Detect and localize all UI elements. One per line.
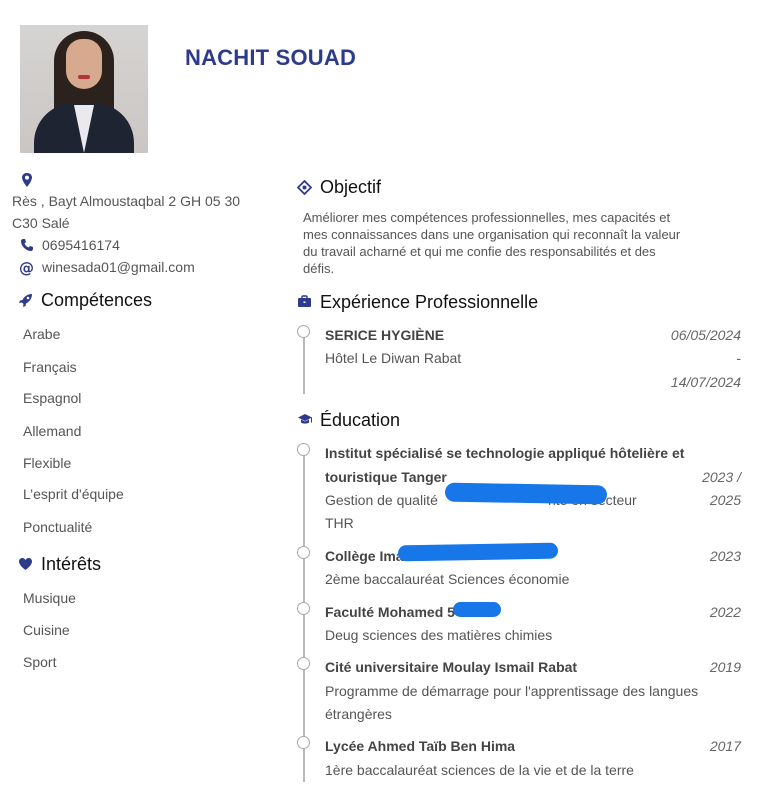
education-sub: Programme de démarrage pour l'apprentiss… (325, 683, 699, 699)
education-sub: Deug sciences des matières chimies (325, 627, 553, 643)
svg-text:@: @ (19, 260, 34, 276)
interests-title: Intérêts (41, 554, 102, 574)
timeline-dot (297, 546, 310, 559)
heart-icon (18, 557, 33, 576)
interest-item: Cuisine (23, 622, 70, 638)
redaction-mark (453, 602, 501, 617)
education-date: 2023 / (702, 469, 741, 485)
education-title-text: Lycée Ahmed Taïb Ben Hima (325, 738, 516, 754)
profile-photo (20, 25, 148, 153)
education-title-text: Cité universitaire Moulay Ismail Rabat (325, 659, 578, 675)
rocket-icon (18, 293, 33, 313)
interest-item: Musique (23, 590, 76, 606)
target-icon (296, 179, 313, 200)
skill-item: Français (23, 359, 77, 375)
skill-item: Espagnol (23, 390, 82, 406)
experience-date-sep: - (736, 350, 741, 366)
address-line-2: C30 Salé (12, 215, 70, 231)
experience-title-text: SERICE HYGIÈNE (325, 327, 445, 343)
objective-line: Améliorer mes compétences professionnell… (303, 210, 671, 225)
experience-date-start: 06/05/2024 (670, 327, 741, 343)
objective-text: Améliorer mes compétences professionnell… (303, 209, 743, 277)
education-sub: 2ème baccalauréat Sciences économie (325, 571, 570, 587)
education-date: 2017 (709, 738, 741, 754)
objective-line: du travail acharné et qui me confie des … (303, 244, 656, 259)
phone-icon (20, 238, 34, 257)
education-sub: 1ère baccalauréat sciences de la vie et … (325, 762, 634, 778)
experience-place: Hôtel Le Diwan Rabat (325, 350, 462, 366)
timeline-dot (297, 325, 310, 338)
experience-title: Expérience Professionnelle (320, 292, 539, 312)
address-line-1: Rès , Bayt Almoustaqbal 2 GH 05 30 (12, 193, 241, 209)
email-address: winesada01@gmail.com (42, 259, 195, 275)
skill-item: Flexible (23, 455, 72, 471)
education-title-line: touristique Tanger (325, 469, 447, 485)
skill-item: Allemand (23, 423, 82, 439)
timeline-dot (297, 443, 310, 456)
skills-title: Compétences (41, 290, 153, 310)
timeline-line (303, 336, 305, 394)
skill-item: Arabe (23, 326, 61, 342)
education-date: 2023 (709, 548, 741, 564)
location-icon (20, 172, 34, 193)
objective-line: défis. (303, 261, 335, 276)
skill-item: Ponctualité (23, 519, 93, 535)
interest-item: Sport (23, 654, 57, 670)
timeline-dot (297, 602, 310, 615)
timeline-dot (297, 736, 310, 749)
page-title: NACHIT SOUAD (185, 45, 357, 70)
education-sub: Gestion de qualité (325, 492, 438, 508)
redaction-mark (444, 482, 608, 505)
education-date: 2019 (709, 659, 741, 675)
redaction-mark (397, 542, 559, 562)
education-title: Éducation (320, 410, 401, 430)
phone-number: 0695416174 (42, 237, 120, 253)
education-sub: étrangères (325, 706, 392, 722)
skill-item: L’esprit d'équipe (23, 486, 124, 502)
timeline-dot (297, 657, 310, 670)
objective-line: mes connaissances dans une organisation … (303, 227, 681, 242)
education-date: 2025 (709, 492, 741, 508)
briefcase-icon (297, 295, 312, 313)
education-title-text: Faculté Mohamed 5 (325, 604, 455, 620)
email-icon: @ (19, 259, 35, 281)
objective-title: Objectif (320, 177, 382, 197)
education-title-line: Institut spécialisé se technologie appli… (325, 445, 685, 461)
education-sub: THR (325, 515, 354, 531)
education-date: 2022 (709, 604, 741, 620)
timeline-line (303, 452, 305, 782)
graduation-cap-icon (297, 413, 313, 431)
experience-date-end: 14/07/2024 (670, 374, 741, 390)
